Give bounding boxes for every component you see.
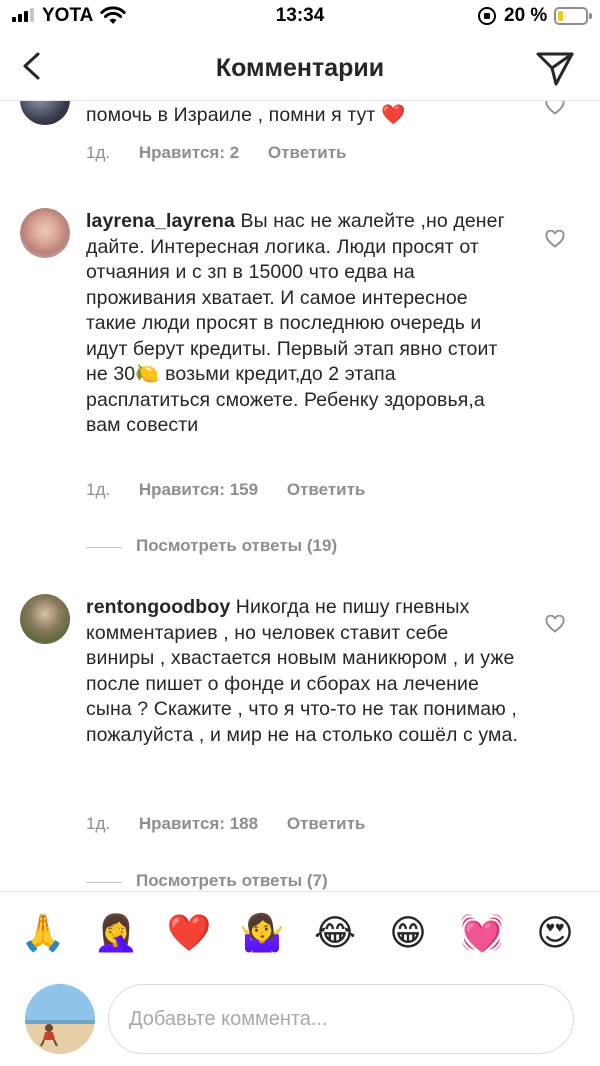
comment-text: layrena_layrena Вы нас не жалейте ,но де… — [86, 209, 518, 439]
beach-photo-icon — [25, 984, 95, 1054]
emoji-button-heartbeat[interactable]: 💓 — [457, 908, 507, 958]
like-count[interactable]: Нравится: 159 — [139, 480, 258, 499]
replies-divider — [86, 882, 122, 883]
heart-icon[interactable] — [545, 230, 565, 248]
comment-body: Никогда не пишу гневных комментариев , н… — [86, 596, 518, 746]
comment-age: 1д. — [86, 480, 111, 499]
comment-username[interactable]: rentongoodboy — [86, 596, 230, 618]
reply-button[interactable]: Ответить — [287, 814, 366, 833]
heart-icon[interactable] — [545, 101, 565, 115]
comment-text: rentongoodboy Никогда не пишу гневных ко… — [86, 595, 518, 748]
avatar[interactable] — [20, 208, 70, 258]
comment-item: помочь в Израиле , помни я тут ❤️ 1д. Нр… — [0, 101, 600, 176]
comment-input[interactable] — [108, 984, 574, 1054]
view-replies-label: Посмотреть ответы (19) — [136, 536, 338, 555]
comment-meta: 1д. Нравится: 2 Ответить — [86, 143, 370, 163]
my-avatar — [25, 984, 95, 1054]
battery-percent: 20 % — [504, 5, 548, 26]
comment-item: layrena_layrena Вы нас не жалейте ,но де… — [0, 208, 600, 568]
reply-button[interactable]: Ответить — [268, 143, 347, 162]
battery-fill — [558, 11, 564, 21]
comment-item: rentongoodboy Никогда не пишу гневных ко… — [0, 594, 600, 891]
emoji-button-heart[interactable]: ❤️ — [164, 908, 214, 958]
comment-age: 1д. — [86, 814, 111, 833]
comment-body: Вы нас не жалейте ,но денег дайте. Интер… — [86, 210, 505, 436]
comment-list[interactable]: помочь в Израиле , помни я тут ❤️ 1д. Нр… — [0, 101, 600, 891]
avatar[interactable] — [20, 594, 70, 644]
emoji-button-heart-eyes[interactable]: 😍 — [530, 908, 580, 958]
emoji-button-joy[interactable]: 😂 — [310, 908, 360, 958]
like-count[interactable]: Нравится: 188 — [139, 814, 258, 833]
comment-username[interactable]: layrena_layrena — [86, 210, 235, 232]
view-replies-button[interactable]: Посмотреть ответы (19) — [86, 536, 406, 560]
view-replies-label: Посмотреть ответы (7) — [136, 871, 328, 890]
status-bar: YOTA 13:34 20 % — [0, 0, 600, 34]
heart-icon[interactable] — [545, 615, 565, 633]
comment-meta: 1д. Нравится: 188 Ответить — [86, 814, 389, 834]
comment-text: помочь в Израиле , помни я тут ❤️ — [86, 103, 518, 129]
comment-meta: 1д. Нравится: 159 Ответить — [86, 480, 389, 500]
emoji-button-facepalm[interactable]: 🤦‍♀️ — [91, 908, 141, 958]
nav-bar: Комментарии — [0, 34, 600, 100]
emoji-button-shrug[interactable]: 🤷‍♀️ — [237, 908, 287, 958]
reply-button[interactable]: Ответить — [287, 480, 366, 499]
comment-composer — [0, 980, 600, 1060]
like-count[interactable]: Нравится: 2 — [139, 143, 239, 162]
view-replies-button[interactable]: Посмотреть ответы (7) — [86, 871, 406, 891]
emoji-quick-bar: 🙏 🤦‍♀️ ❤️ 🤷‍♀️ 😂 😁 💓 😍 — [0, 908, 600, 960]
battery-icon — [554, 7, 592, 25]
replies-divider — [86, 547, 122, 548]
emoji-button-grin[interactable]: 😁 — [383, 908, 433, 958]
comment-age: 1д. — [86, 143, 111, 162]
paper-plane-icon[interactable] — [534, 46, 576, 88]
emoji-button-pray[interactable]: 🙏 — [18, 908, 68, 958]
avatar[interactable] — [20, 101, 70, 125]
emoji-divider — [0, 891, 600, 892]
page-title: Комментарии — [215, 54, 385, 82]
comment-body: помочь в Израиле , помни я тут ❤️ — [86, 104, 406, 126]
orientation-lock-icon — [478, 7, 496, 25]
